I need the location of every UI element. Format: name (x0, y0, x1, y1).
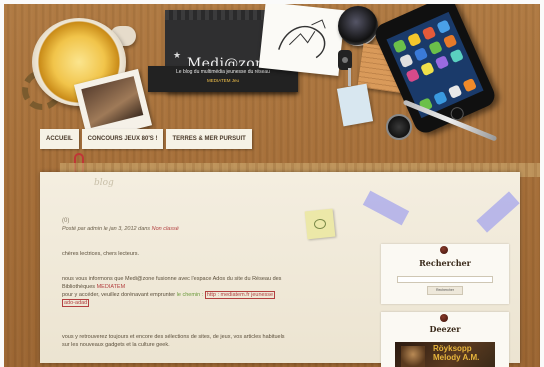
album-cover (401, 346, 425, 367)
post-paragraph-2: nous vous informons que Medi@zone fusion… (62, 275, 352, 291)
nav-item-accueil[interactable]: ACCUEIL (40, 129, 79, 149)
site-tagline: Le blog du multimédia jeunesse du réseau (176, 69, 270, 75)
blog-scribble: blog (94, 178, 114, 188)
pushpin-icon (440, 314, 448, 322)
bottle-cap-icon (386, 114, 412, 140)
post-paragraph-3: pour y accéder, veuillez dorénavant empr… (62, 291, 352, 307)
post-category-link[interactable]: Non classé (152, 226, 179, 232)
pushpin-icon (440, 246, 448, 254)
search-widget: Rechercher Rechercher (381, 244, 509, 304)
site-tagline-network: MEDIATEM Jeu (207, 78, 239, 83)
nav-item-terres-mer[interactable]: TERRES & MER PURSUIT (166, 129, 252, 149)
mediatem-link[interactable]: MEDIATEM (97, 284, 126, 290)
sticker-card (336, 83, 374, 127)
deezer-artist: Röyksopp (433, 344, 472, 353)
post-paragraph-2-text-b: Bibliothèques (62, 284, 97, 290)
main-nav: ACCUEIL CONCOURS JEUX 80'S ! TERRES & ME… (40, 129, 252, 149)
search-widget-title: Rechercher (419, 258, 471, 268)
deezer-player[interactable]: Röyksopp Melody A.M. (395, 342, 495, 367)
post-meta-text: Posté par admin le jan 3, 2012 dans (62, 226, 152, 232)
keys-icon (338, 50, 352, 86)
jeunesse-link[interactable]: http : mediatem.fr jeunesse (204, 291, 276, 299)
blog-post: (0) Posté par admin le jan 3, 2012 dans … (62, 218, 352, 349)
post-greeting: chères lectrices, chers lecteurs. (62, 251, 140, 257)
nav-item-concours[interactable]: CONCOURS JEUX 80'S ! (81, 129, 164, 149)
search-input[interactable] (397, 276, 493, 283)
post-paragraph-4-text-b: sur les nouveaux gadgets et la culture g… (62, 342, 170, 348)
jeunesse-link-continued[interactable]: ado-adad (62, 299, 90, 307)
tagline-card: Le blog du multimédia jeunesse du réseau… (148, 66, 298, 92)
page: ★ Medi@zone Le blog du multimédia jeunes… (0, 0, 544, 367)
post-paragraph-3-text: pour y accéder, veuillez dorénavant empr… (62, 292, 177, 298)
post-meta: Posté par admin le jan 3, 2012 dans Non … (62, 226, 352, 232)
deezer-album: Melody A.M. (433, 353, 480, 362)
search-button[interactable]: Rechercher (427, 286, 463, 295)
deezer-widget: Deezer Röyksopp Melody A.M. (381, 312, 509, 367)
post-paragraph-4: vous y retrouverez toujours et encore de… (62, 333, 352, 349)
post-paragraph-4-text: vous y retrouverez toujours et encore de… (62, 334, 285, 340)
star-icon: ★ (173, 50, 182, 60)
deezer-widget-title: Deezer (429, 324, 461, 334)
comments-count[interactable]: (0) (62, 218, 352, 224)
path-label: le chemin : (176, 292, 205, 298)
post-paragraph-2-text: nous vous informons que Medi@zone fusion… (62, 276, 282, 282)
